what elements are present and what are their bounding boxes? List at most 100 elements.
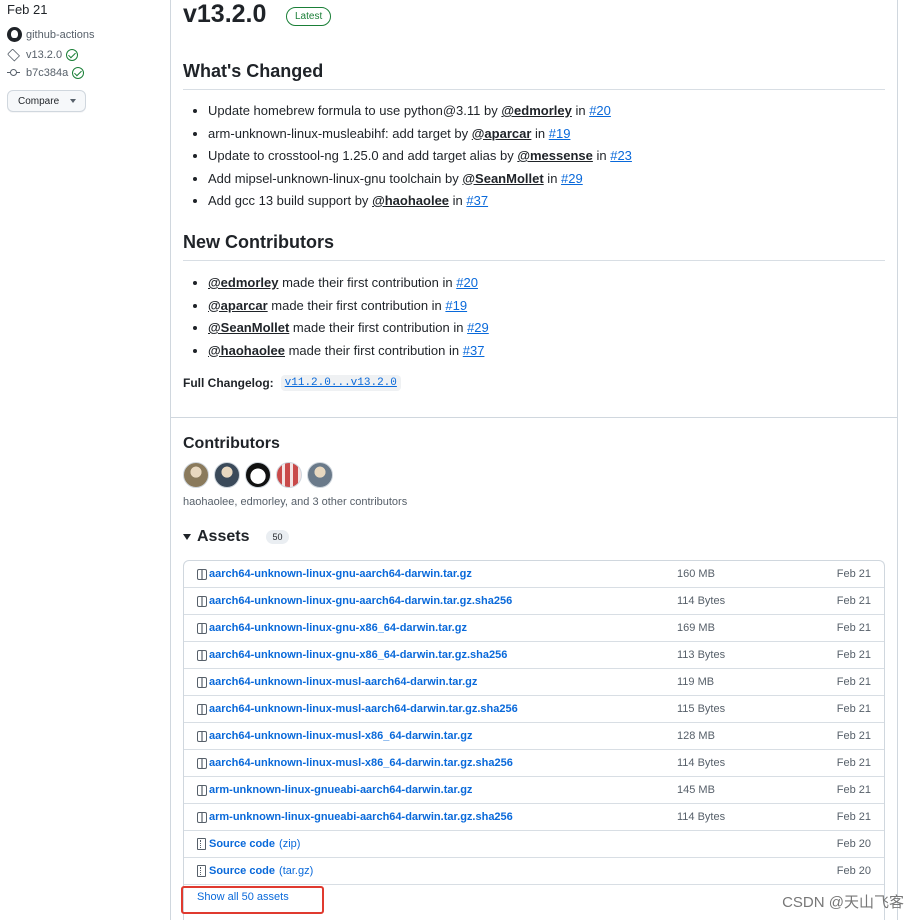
asset-row[interactable]: aarch64-unknown-linux-gnu-aarch64-darwin… <box>184 588 884 615</box>
pull-request-link[interactable]: #20 <box>589 103 611 118</box>
asset-row[interactable]: aarch64-unknown-linux-musl-aarch64-darwi… <box>184 669 884 696</box>
asset-date: Feb 21 <box>836 676 871 688</box>
user-mention-link[interactable]: @edmorley <box>501 103 571 118</box>
asset-date: Feb 20 <box>836 838 871 850</box>
compare-button[interactable]: Compare <box>7 90 86 112</box>
verified-check-icon <box>66 49 79 61</box>
change-item: Add mipsel-unknown-linux-gnu toolchain b… <box>193 169 632 192</box>
asset-row[interactable]: aarch64-unknown-linux-gnu-aarch64-darwin… <box>184 561 884 588</box>
in-text: in <box>543 170 562 186</box>
change-item: Update to crosstool-ng 1.25.0 and add ta… <box>193 146 632 169</box>
pull-request-link[interactable]: #19 <box>549 126 571 141</box>
github-logo-icon <box>7 27 22 42</box>
asset-row[interactable]: aarch64-unknown-linux-musl-aarch64-darwi… <box>184 696 884 723</box>
user-mention-link[interactable]: @haohaolee <box>372 193 449 208</box>
user-mention-link[interactable]: @messense <box>517 148 593 163</box>
asset-date: Feb 21 <box>836 730 871 742</box>
asset-row[interactable]: aarch64-unknown-linux-musl-x86_64-darwin… <box>184 723 884 750</box>
package-icon <box>197 676 207 688</box>
asset-name-link[interactable]: aarch64-unknown-linux-gnu-x86_64-darwin.… <box>209 649 507 661</box>
commit-row[interactable]: b7c384a <box>7 67 85 79</box>
asset-format[interactable]: (tar.gz) <box>279 865 313 877</box>
pull-request-link[interactable]: #37 <box>466 193 488 208</box>
pull-request-link[interactable]: #23 <box>610 148 632 163</box>
asset-name-link[interactable]: aarch64-unknown-linux-musl-aarch64-darwi… <box>209 676 477 688</box>
asset-format[interactable]: (zip) <box>279 838 300 850</box>
pull-request-link[interactable]: #29 <box>467 320 489 335</box>
assets-toggle[interactable]: Assets 50 <box>183 528 289 546</box>
in-text: in <box>592 148 611 163</box>
author-row[interactable]: github-actions <box>7 27 95 42</box>
release-title[interactable]: v13.2.0 <box>183 0 266 29</box>
contribution-text: made their first contribution in <box>267 297 446 313</box>
asset-size: 114 Bytes <box>677 811 726 823</box>
asset-row[interactable]: aarch64-unknown-linux-musl-x86_64-darwin… <box>184 750 884 777</box>
contributor-avatar[interactable] <box>307 462 333 488</box>
package-icon <box>197 649 207 661</box>
user-mention-link[interactable]: @haohaolee <box>208 343 285 358</box>
commit-sha[interactable]: b7c384a <box>26 67 68 79</box>
asset-date: Feb 21 <box>836 757 871 769</box>
asset-name-link[interactable]: aarch64-unknown-linux-gnu-aarch64-darwin… <box>209 595 512 607</box>
asset-name-link[interactable]: arm-unknown-linux-gnueabi-aarch64-darwin… <box>209 811 513 823</box>
user-mention-link[interactable]: @aparcar <box>472 126 532 141</box>
author-name[interactable]: github-actions <box>26 29 95 41</box>
tag-row[interactable]: v13.2.0 <box>6 48 79 62</box>
asset-date: Feb 21 <box>836 784 871 796</box>
asset-date: Feb 21 <box>836 568 871 580</box>
asset-name-link[interactable]: aarch64-unknown-linux-gnu-aarch64-darwin… <box>209 568 472 580</box>
asset-row[interactable]: aarch64-unknown-linux-gnu-x86_64-darwin.… <box>184 642 884 669</box>
in-text: in <box>531 125 549 141</box>
asset-name-link[interactable]: Source code <box>209 838 275 850</box>
asset-row[interactable]: aarch64-unknown-linux-gnu-x86_64-darwin.… <box>184 615 884 642</box>
contribution-text: made their first contribution in <box>278 275 457 290</box>
contributor-avatar[interactable] <box>276 462 302 488</box>
user-mention-link[interactable]: @SeanMollet <box>462 171 543 186</box>
commit-icon <box>7 67 20 79</box>
asset-row[interactable]: arm-unknown-linux-gnueabi-aarch64-darwin… <box>184 777 884 804</box>
assets-heading: Assets <box>197 528 250 545</box>
release-date: Feb 21 <box>7 2 48 17</box>
verified-check-icon <box>72 67 85 79</box>
asset-row[interactable]: Source code (tar.gz) Feb 20 <box>184 858 884 885</box>
contributor-avatar[interactable] <box>245 462 271 488</box>
asset-name-link[interactable]: aarch64-unknown-linux-gnu-x86_64-darwin.… <box>209 622 467 634</box>
in-text: in <box>571 103 590 118</box>
asset-name-link[interactable]: aarch64-unknown-linux-musl-x86_64-darwin… <box>209 757 513 769</box>
user-mention-link[interactable]: @aparcar <box>208 298 268 313</box>
pull-request-link[interactable]: #19 <box>445 298 467 313</box>
asset-name-link[interactable]: Source code <box>209 865 275 877</box>
contributors-summary: haohaolee, edmorley, and 3 other contrib… <box>183 496 408 508</box>
tag-icon <box>6 48 21 62</box>
asset-date: Feb 21 <box>836 622 871 634</box>
tag-name[interactable]: v13.2.0 <box>26 49 62 61</box>
asset-name-link[interactable]: aarch64-unknown-linux-musl-aarch64-darwi… <box>209 703 518 715</box>
release-sidebar: Feb 21 github-actions v13.2.0 b7c384a Co… <box>0 0 170 920</box>
changelog-link[interactable]: v11.2.0...v13.2.0 <box>280 375 401 391</box>
package-icon <box>197 730 207 742</box>
user-mention-link[interactable]: @edmorley <box>208 275 278 290</box>
pull-request-link[interactable]: #20 <box>456 275 478 290</box>
package-icon <box>197 703 207 715</box>
contributor-avatar[interactable] <box>183 462 209 488</box>
contribution-text: made their first contribution in <box>284 342 463 358</box>
contributors-heading: Contributors <box>183 435 280 452</box>
package-icon <box>197 757 207 769</box>
asset-row[interactable]: arm-unknown-linux-gnueabi-aarch64-darwin… <box>184 804 884 831</box>
user-mention-link[interactable]: @SeanMollet <box>208 320 289 335</box>
triangle-down-icon <box>183 534 191 540</box>
package-icon <box>197 811 207 823</box>
contributor-avatar[interactable] <box>214 462 240 488</box>
asset-name-link[interactable]: aarch64-unknown-linux-musl-x86_64-darwin… <box>209 730 472 742</box>
full-changelog-label: Full Changelog: <box>183 376 274 390</box>
new-contributor-item: @SeanMollet made their first contributio… <box>193 318 489 341</box>
pull-request-link[interactable]: #37 <box>463 343 485 358</box>
change-text: arm-unknown-linux-musleabihf: add target… <box>208 125 472 141</box>
highlight-box <box>181 886 324 914</box>
asset-name-link[interactable]: arm-unknown-linux-gnueabi-aarch64-darwin… <box>209 784 472 796</box>
asset-row[interactable]: Source code (zip) Feb 20 <box>184 831 884 858</box>
change-item: Update homebrew formula to use python@3.… <box>193 101 632 124</box>
change-text: Update to crosstool-ng 1.25.0 and add ta… <box>208 148 518 163</box>
card-divider <box>170 417 898 418</box>
pull-request-link[interactable]: #29 <box>561 171 583 186</box>
